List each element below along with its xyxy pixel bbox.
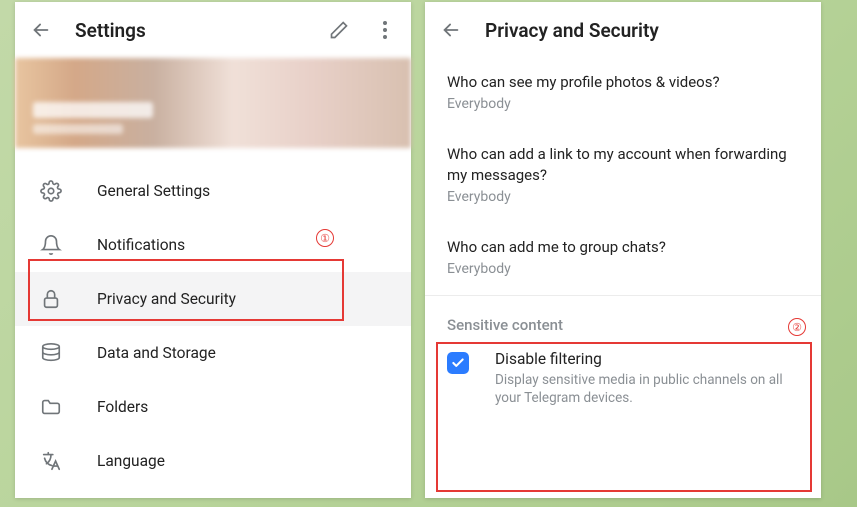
sensitive-text: Disable filtering Display sensitive medi… [495,350,799,407]
sensitive-row[interactable]: Disable filtering Display sensitive medi… [425,350,821,423]
back-icon[interactable] [29,18,53,42]
settings-menu: General Settings Notifications Privacy a… [15,148,411,488]
edit-icon[interactable] [327,18,351,42]
privacy-question: Who can add me to group chats? [447,237,799,257]
privacy-list: Who can see my profile photos & videos? … [425,58,821,295]
menu-label: Privacy and Security [97,290,236,308]
menu-label: Data and Storage [97,344,216,362]
settings-panel: Settings General Settings Notifications [15,2,411,498]
privacy-panel: Privacy and Security Who can see my prof… [425,2,821,498]
sensitive-title: Disable filtering [495,350,799,368]
menu-label: Folders [97,398,148,416]
privacy-title: Privacy and Security [485,19,807,42]
gear-icon [39,179,63,203]
privacy-value: Everybody [447,261,799,277]
sidebar-item-general[interactable]: General Settings [15,164,411,218]
privacy-header: Privacy and Security [425,2,821,58]
database-icon [39,341,63,365]
privacy-item-groups[interactable]: Who can add me to group chats? Everybody [447,223,799,295]
sidebar-item-data[interactable]: Data and Storage [15,326,411,380]
menu-label: Notifications [97,236,185,254]
privacy-question: Who can add a link to my account when fo… [447,144,799,185]
sidebar-item-privacy[interactable]: Privacy and Security [15,272,411,326]
profile-hero[interactable] [15,58,411,148]
settings-title: Settings [75,19,305,42]
bell-icon [39,233,63,257]
privacy-value: Everybody [447,96,799,112]
sidebar-item-language[interactable]: Language [15,434,411,488]
privacy-item-forward[interactable]: Who can add a link to my account when fo… [447,130,799,223]
disable-filtering-checkbox[interactable] [447,352,469,374]
privacy-item-photos[interactable]: Who can see my profile photos & videos? … [447,58,799,130]
sensitive-desc: Display sensitive media in public channe… [495,371,799,407]
settings-header: Settings [15,2,411,58]
language-icon [39,449,63,473]
privacy-value: Everybody [447,189,799,205]
lock-icon [39,287,63,311]
sidebar-item-notifications[interactable]: Notifications [15,218,411,272]
menu-label: General Settings [97,182,210,200]
menu-label: Language [97,452,165,470]
privacy-question: Who can see my profile photos & videos? [447,72,799,92]
folder-icon [39,395,63,419]
more-icon[interactable] [373,18,397,42]
sidebar-item-folders[interactable]: Folders [15,380,411,434]
sensitive-header: Sensitive content [425,296,821,350]
back-icon[interactable] [439,18,463,42]
